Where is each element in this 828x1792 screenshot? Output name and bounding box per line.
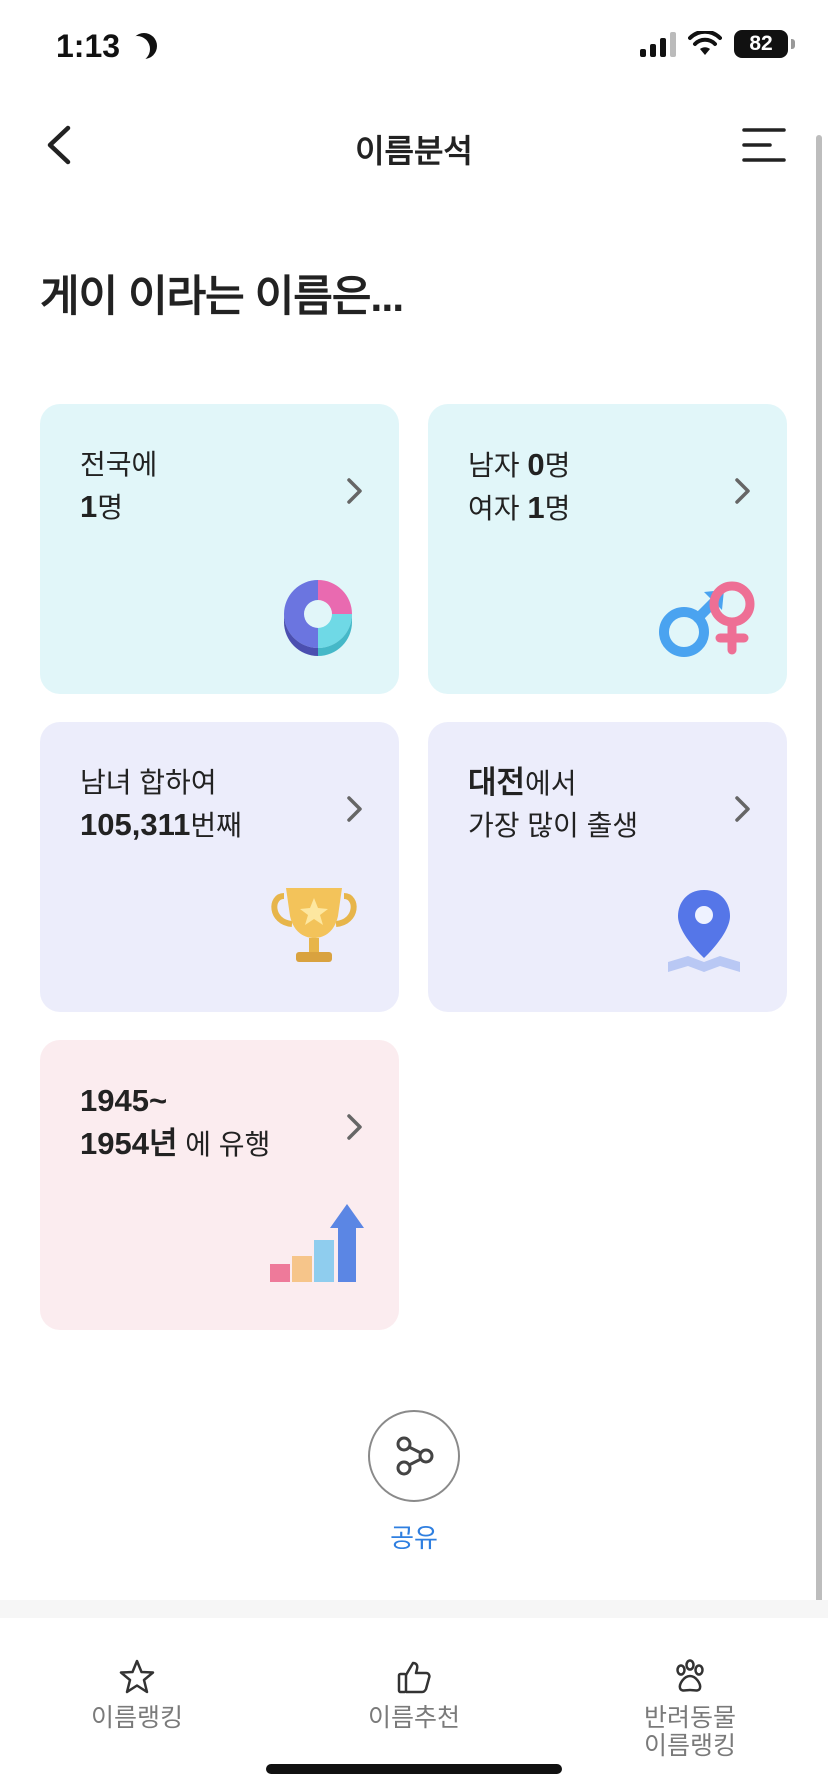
- nav-item-pet-name-ranking[interactable]: 반려동물 이름랭킹: [590, 1658, 790, 1760]
- rank-unit: 번째: [190, 810, 242, 841]
- rank-card[interactable]: 남녀 합하여 105,311번째: [40, 722, 399, 1012]
- moon-icon: [124, 36, 150, 62]
- pie-chart-icon: [284, 580, 352, 656]
- status-bar: 1:13 82: [0, 0, 828, 100]
- trend-suffix: 에 유행: [177, 1129, 271, 1160]
- nav-label-name-ranking: 이름랭킹: [90, 1704, 183, 1732]
- nav-label-pet-line1: 반려동물: [643, 1704, 736, 1732]
- home-indicator: [266, 1764, 562, 1774]
- nav-label-name-recommend: 이름추천: [367, 1704, 460, 1732]
- trend-years-start: 1945~: [80, 1083, 168, 1118]
- female-unit: 명: [544, 493, 571, 524]
- nav-item-name-ranking[interactable]: 이름랭킹: [37, 1658, 237, 1732]
- trend-years-end: 1954년: [80, 1126, 178, 1161]
- thumbs-up-icon: [397, 1661, 431, 1694]
- region-name: 대전: [468, 765, 526, 800]
- share-button[interactable]: [368, 1410, 460, 1502]
- male-label: 남자: [468, 450, 528, 481]
- battery-level: 82: [749, 32, 773, 55]
- menu-button[interactable]: [740, 124, 788, 168]
- chevron-right-icon: [735, 796, 750, 822]
- paw-icon: [676, 1659, 704, 1692]
- region-suffix: 에서: [525, 768, 577, 799]
- share-label[interactable]: 공유: [0, 1518, 828, 1555]
- female-label: 여자: [468, 493, 528, 524]
- national-count-value: 1: [80, 489, 98, 524]
- chevron-right-icon: [347, 796, 362, 822]
- rank-value: 105,311: [80, 807, 191, 842]
- status-indicators: 82: [640, 30, 795, 58]
- nav-item-name-recommend[interactable]: 이름추천: [314, 1658, 514, 1732]
- national-count-card[interactable]: 전국에 1명: [40, 404, 399, 694]
- gender-count-card[interactable]: 남자 0명 여자 1명: [428, 404, 787, 694]
- region-card[interactable]: 대전에서 가장 많이 출생: [428, 722, 787, 1012]
- battery-icon: 82: [734, 30, 795, 58]
- male-count: 0: [527, 447, 545, 482]
- chevron-right-icon: [735, 478, 750, 504]
- share-icon: [396, 1436, 434, 1476]
- nav-label-pet-line2: 이름랭킹: [643, 1732, 736, 1760]
- wifi-icon: [688, 31, 722, 55]
- header: 이름분석: [0, 100, 828, 190]
- chevron-right-icon: [347, 1114, 362, 1140]
- status-time-text: 1:13: [56, 28, 121, 64]
- hamburger-menu-icon: [742, 128, 786, 162]
- trend-card[interactable]: 1945~ 1954년 에 유행: [40, 1040, 399, 1330]
- map-pin-icon: [668, 890, 740, 972]
- cellular-signal-icon: [640, 31, 676, 57]
- scrollbar[interactable]: [816, 135, 822, 1605]
- name-headline: 게이 이라는 이름은...: [40, 273, 404, 321]
- male-unit: 명: [544, 450, 571, 481]
- star-icon: [119, 1659, 155, 1694]
- page-title: 이름분석: [355, 133, 473, 169]
- gender-symbols-icon: [659, 581, 755, 657]
- chevron-right-icon: [347, 478, 362, 504]
- status-time: 1:13: [56, 28, 154, 65]
- rising-bar-chart-icon: [270, 1204, 364, 1282]
- national-count-unit: 명: [97, 492, 124, 523]
- trophy-icon: [271, 888, 357, 962]
- female-count: 1: [527, 490, 545, 525]
